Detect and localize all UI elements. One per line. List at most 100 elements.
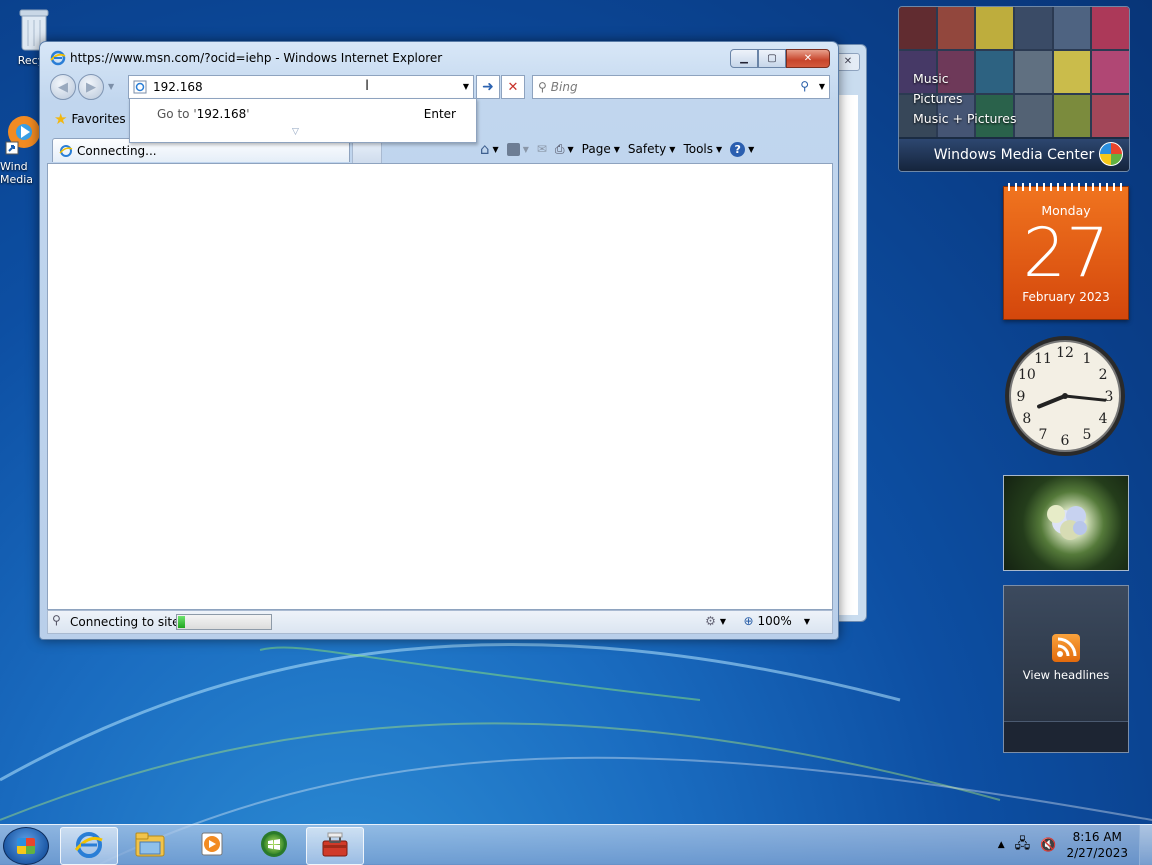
calendar-day-number: 27 [1022, 214, 1110, 293]
protected-mode-icon: ⚙ [705, 614, 716, 628]
print-dropdown-icon[interactable]: ▼ [568, 145, 574, 154]
zoom-level: 100% [757, 614, 792, 628]
show-desktop-button[interactable] [1139, 825, 1152, 865]
feeds-dropdown-icon[interactable]: ▼ [523, 145, 529, 154]
page-content-area[interactable] [47, 163, 833, 610]
clock-numeral: 12 [1056, 345, 1074, 361]
media-center-title: Windows Media Center [933, 147, 1095, 163]
close-button[interactable]: ✕ [786, 49, 830, 68]
back-button[interactable]: ◀ [50, 74, 76, 100]
media-center-icon [259, 829, 289, 862]
media-center-pictures-item[interactable]: Pictures [913, 89, 1017, 109]
search-button-icon[interactable]: ⚲ [800, 79, 809, 93]
read-mail-button[interactable]: ✉ [537, 142, 547, 156]
forward-button[interactable]: ▶ [78, 74, 104, 100]
clock-numeral: 10 [1018, 367, 1036, 383]
windows-explorer-icon [134, 830, 166, 861]
zoom-dropdown-icon[interactable]: ▼ [804, 617, 810, 626]
calendar-gadget[interactable]: Monday 27 February 2023 [1003, 183, 1129, 320]
text-cursor-icon: I [365, 78, 370, 94]
page-menu[interactable]: Page ▼ [582, 142, 620, 156]
clock-gadget[interactable]: 12 1 2 3 4 5 6 7 8 9 10 11 [1003, 334, 1127, 458]
forward-arrow-icon: ▶ [86, 79, 96, 95]
help-dropdown-icon[interactable]: ▼ [748, 145, 754, 154]
help-button[interactable]: ? ▼ [730, 141, 754, 157]
desktop-icon-media-player[interactable]: Wind Media [0, 112, 44, 186]
clock-numeral: 3 [1105, 389, 1114, 405]
calendar-month-year: February 2023 [1022, 290, 1110, 304]
taskbar-media-player[interactable] [184, 827, 240, 863]
desktop-icon-label: Wind Media [0, 160, 34, 186]
calendar-rings [1008, 183, 1124, 191]
clock-numeral: 8 [1022, 411, 1031, 427]
taskbar-clock[interactable]: 8:16 AM 2/27/2023 [1066, 829, 1128, 861]
safety-menu[interactable]: Safety ▼ [628, 142, 676, 156]
protected-mode-button[interactable]: ⚙ ▼ [705, 614, 726, 628]
taskbar-toolbox[interactable] [306, 827, 364, 865]
clock-numeral: 5 [1083, 427, 1092, 443]
stop-button[interactable]: ✕ [501, 75, 525, 99]
address-input[interactable]: 192.168 [153, 80, 203, 94]
start-button[interactable] [3, 827, 49, 865]
slideshow-gadget[interactable] [1003, 475, 1129, 571]
mail-icon: ✉ [536, 142, 547, 156]
minimize-button[interactable]: ▁ [730, 49, 758, 68]
background-window-close-button[interactable]: ✕ [836, 53, 860, 71]
network-icon[interactable]: 🖧 [1015, 833, 1031, 857]
status-text: Connecting to site [70, 615, 176, 629]
home-button[interactable]: ⌂ ▼ [480, 140, 499, 158]
volume-muted-icon[interactable]: 🔇 [1040, 838, 1056, 853]
feeds-button[interactable]: ▼ [506, 142, 529, 156]
search-box[interactable]: ⚲ Bing ⚲ ▼ [532, 75, 830, 99]
media-center-gadget[interactable]: Music Pictures Music + Pictures Windows … [898, 6, 1130, 172]
feed-headlines-gadget[interactable]: View headlines [1003, 585, 1129, 753]
tools-menu[interactable]: Tools ▼ [683, 142, 722, 156]
search-magnifier-icon: ⚲ [538, 80, 547, 94]
taskbar: ▲ 🖧 🔇 8:16 AM 2/27/2023 [0, 824, 1152, 865]
home-dropdown-icon[interactable]: ▼ [493, 145, 499, 154]
view-headlines-label[interactable]: View headlines [1004, 668, 1128, 682]
clock-numeral: 1 [1083, 351, 1092, 367]
taskbar-media-center[interactable] [246, 827, 302, 863]
maximize-button[interactable]: ▢ [758, 49, 786, 68]
loading-progress-bar [176, 614, 272, 630]
clock-numeral: 11 [1034, 351, 1052, 367]
favorites-bar: ★ Favorites [48, 106, 132, 132]
search-input[interactable]: Bing [551, 80, 578, 94]
autocomplete-go-to-item[interactable]: Go to '192.168' [157, 107, 250, 121]
page-icon [133, 80, 147, 94]
show-hidden-icons-button[interactable]: ▲ [998, 840, 1005, 850]
media-player-icon [198, 830, 226, 861]
taskbar-time: 8:16 AM [1072, 830, 1122, 844]
media-center-music-pictures-item[interactable]: Music + Pictures [913, 109, 1017, 129]
internet-explorer-icon [74, 830, 104, 863]
zoom-control[interactable]: ⊕ 100% ▼ [743, 614, 810, 628]
print-button[interactable]: ⎙ ▼ [555, 142, 574, 157]
rss-feed-icon [506, 142, 520, 156]
safety-menu-label: Safety [627, 142, 667, 156]
go-button[interactable]: ➜ [476, 75, 500, 99]
clock-center-pin [1062, 393, 1068, 399]
autocomplete-expand-icon[interactable]: ▽ [292, 127, 299, 137]
window-controls: ▁ ▢ ✕ [730, 49, 830, 68]
status-magnifier-icon: ⚲ [52, 613, 61, 627]
command-bar: ⌂ ▼ ▼ ✉ ⎙ ▼ Page ▼ Safety ▼ Tools ▼ ? ▼ [480, 138, 754, 160]
new-tab-button[interactable] [352, 140, 382, 163]
tab-page-icon [59, 144, 73, 158]
taskbar-windows-explorer[interactable] [122, 827, 178, 863]
clock-numeral: 2 [1099, 367, 1108, 383]
address-dropdown-icon[interactable]: ▼ [463, 82, 469, 91]
media-center-music-item[interactable]: Music [913, 69, 1017, 89]
media-center-menu: Music Pictures Music + Pictures [913, 69, 1017, 129]
ie-window[interactable]: https://www.msn.com/?ocid=iehp - Windows… [39, 41, 839, 640]
recent-pages-dropdown[interactable]: ▼ [108, 82, 114, 91]
hydrangea-photo [1047, 505, 1087, 540]
rss-icon [1052, 634, 1080, 662]
clock-numeral: 9 [1017, 389, 1026, 405]
protected-mode-dropdown-icon[interactable]: ▼ [720, 617, 726, 626]
media-center-title-bar[interactable]: Windows Media Center [899, 139, 1129, 171]
address-bar[interactable]: 192.168 I ▼ [128, 75, 474, 99]
taskbar-internet-explorer[interactable] [60, 827, 118, 865]
search-providers-dropdown-icon[interactable]: ▼ [819, 82, 825, 91]
favorites-button[interactable]: ★ Favorites [48, 108, 132, 130]
